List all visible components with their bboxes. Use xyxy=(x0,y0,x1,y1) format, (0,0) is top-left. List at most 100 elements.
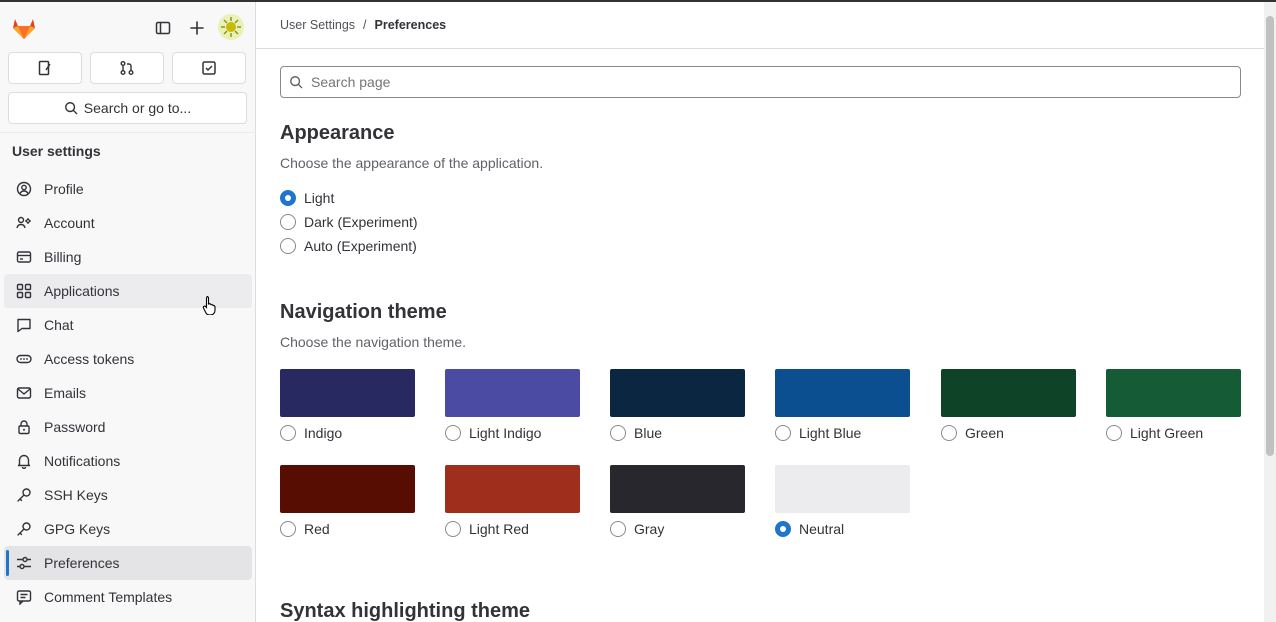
radio-button[interactable] xyxy=(280,190,296,206)
account-icon xyxy=(16,216,31,229)
header-divider xyxy=(256,48,1264,49)
chat-icon xyxy=(17,318,31,333)
sidebar-item-notifications[interactable]: Notifications xyxy=(4,444,252,478)
page-scrollbar[interactable] xyxy=(1264,2,1276,622)
theme-swatch[interactable] xyxy=(1106,369,1241,417)
syntax-theme-heading: Syntax highlighting theme xyxy=(280,600,531,622)
theme-swatch[interactable] xyxy=(775,369,910,417)
theme-light-indigo[interactable]: Light Indigo xyxy=(445,369,581,441)
theme-label: Red xyxy=(304,521,330,537)
lock-icon xyxy=(18,420,30,435)
sidebar-item-gpg-keys[interactable]: GPG Keys xyxy=(4,512,252,546)
appearance-option-light[interactable]: Light xyxy=(280,186,418,210)
sidebar-item-label: Access tokens xyxy=(44,351,135,367)
theme-label: Green xyxy=(965,425,1004,441)
appearance-options: Light Dark (Experiment) Auto (Experiment… xyxy=(280,186,418,258)
theme-swatch[interactable] xyxy=(445,465,580,513)
sidebar-item-label: Password xyxy=(44,419,106,435)
theme-swatch[interactable] xyxy=(941,369,1076,417)
sidebar-item-label: GPG Keys xyxy=(44,521,111,537)
sidebar-item-preferences[interactable]: Preferences xyxy=(4,546,252,580)
radio-button[interactable] xyxy=(610,425,626,441)
radio-button[interactable] xyxy=(775,425,791,441)
appearance-option-auto[interactable]: Auto (Experiment) xyxy=(280,234,418,258)
appearance-heading: Appearance xyxy=(280,122,395,144)
appearance-description: Choose the appearance of the application… xyxy=(280,155,544,171)
sidebar-item-label: Billing xyxy=(44,249,82,265)
theme-label: Light Red xyxy=(469,521,529,537)
theme-indigo[interactable]: Indigo xyxy=(280,369,416,441)
mail-icon xyxy=(16,387,32,399)
comment-icon xyxy=(16,590,32,605)
radio-button[interactable] xyxy=(280,521,296,537)
sidebar-item-password[interactable]: Password xyxy=(4,410,252,444)
merge-requests-button[interactable] xyxy=(90,52,164,84)
sidebar-item-profile[interactable]: Profile xyxy=(4,172,252,206)
sidebar-item-label: Preferences xyxy=(44,555,120,571)
radio-button[interactable] xyxy=(610,521,626,537)
radio-button[interactable] xyxy=(775,521,791,537)
theme-neutral[interactable]: Neutral xyxy=(775,465,911,537)
radio-button[interactable] xyxy=(445,521,461,537)
sidebar-item-emails[interactable]: Emails xyxy=(4,376,252,410)
search-button-label: Search or go to... xyxy=(83,100,192,116)
radio-button[interactable] xyxy=(280,238,296,254)
theme-label: Light Indigo xyxy=(469,425,542,441)
issues-button[interactable] xyxy=(8,52,82,84)
sidebar-item-label: Notifications xyxy=(44,453,121,469)
merge-request-icon xyxy=(120,61,134,75)
navigation-theme-description: Choose the navigation theme. xyxy=(280,334,467,350)
sidebar-section-title: User settings xyxy=(12,143,101,159)
theme-red[interactable]: Red xyxy=(280,465,416,537)
theme-swatch[interactable] xyxy=(280,369,415,417)
mouse-cursor-icon xyxy=(202,295,218,318)
sidebar-item-label: Applications xyxy=(44,283,120,299)
user-avatar-icon[interactable] xyxy=(218,14,244,40)
theme-label: Light Blue xyxy=(799,425,862,441)
token-icon xyxy=(16,354,32,364)
radio-button[interactable] xyxy=(280,425,296,441)
search-icon xyxy=(290,76,303,89)
sidebar-item-label: Comment Templates xyxy=(44,589,173,605)
page-search-input[interactable] xyxy=(311,74,1240,90)
theme-swatch[interactable] xyxy=(280,465,415,513)
breadcrumb-parent-link[interactable]: User Settings xyxy=(280,18,355,32)
theme-swatch[interactable] xyxy=(445,369,580,417)
theme-light-red[interactable]: Light Red xyxy=(445,465,581,537)
key-icon xyxy=(17,522,31,536)
theme-label: Gray xyxy=(634,521,665,537)
plus-icon[interactable] xyxy=(185,16,209,40)
shortcut-row xyxy=(8,52,246,84)
search-or-go-to-button[interactable]: Search or go to... xyxy=(8,92,247,124)
theme-swatch[interactable] xyxy=(610,465,745,513)
sidebar-item-label: SSH Keys xyxy=(44,487,108,503)
sidebar-item-comment-templates[interactable]: Comment Templates xyxy=(4,580,252,614)
theme-swatch[interactable] xyxy=(775,465,910,513)
theme-light-green[interactable]: Light Green xyxy=(1106,369,1242,441)
theme-gray[interactable]: Gray xyxy=(610,465,746,537)
navigation-theme-heading: Navigation theme xyxy=(280,301,447,323)
theme-swatch[interactable] xyxy=(610,369,745,417)
scrollbar-thumb[interactable] xyxy=(1266,16,1274,456)
page-search-field[interactable] xyxy=(280,66,1241,98)
gitlab-logo-icon[interactable] xyxy=(10,14,38,42)
theme-green[interactable]: Green xyxy=(941,369,1077,441)
radio-button[interactable] xyxy=(1106,425,1122,441)
profile-icon xyxy=(16,181,32,197)
theme-light-blue[interactable]: Light Blue xyxy=(775,369,911,441)
radio-button[interactable] xyxy=(941,425,957,441)
sidebar-item-label: Profile xyxy=(44,181,84,197)
todos-button[interactable] xyxy=(172,52,246,84)
search-icon xyxy=(64,102,78,115)
sidebar-item-account[interactable]: Account xyxy=(4,206,252,240)
sidebar-item-label: Account xyxy=(44,215,95,231)
appearance-option-dark[interactable]: Dark (Experiment) xyxy=(280,210,418,234)
sidebar-item-access-tokens[interactable]: Access tokens xyxy=(4,342,252,376)
radio-button[interactable] xyxy=(280,214,296,230)
radio-button[interactable] xyxy=(445,425,461,441)
theme-blue[interactable]: Blue xyxy=(610,369,746,441)
sidebar-item-billing[interactable]: Billing xyxy=(4,240,252,274)
sidebar-item-ssh-keys[interactable]: SSH Keys xyxy=(4,478,252,512)
bell-icon xyxy=(17,454,31,469)
sidebar-toggle-icon[interactable] xyxy=(151,16,175,40)
